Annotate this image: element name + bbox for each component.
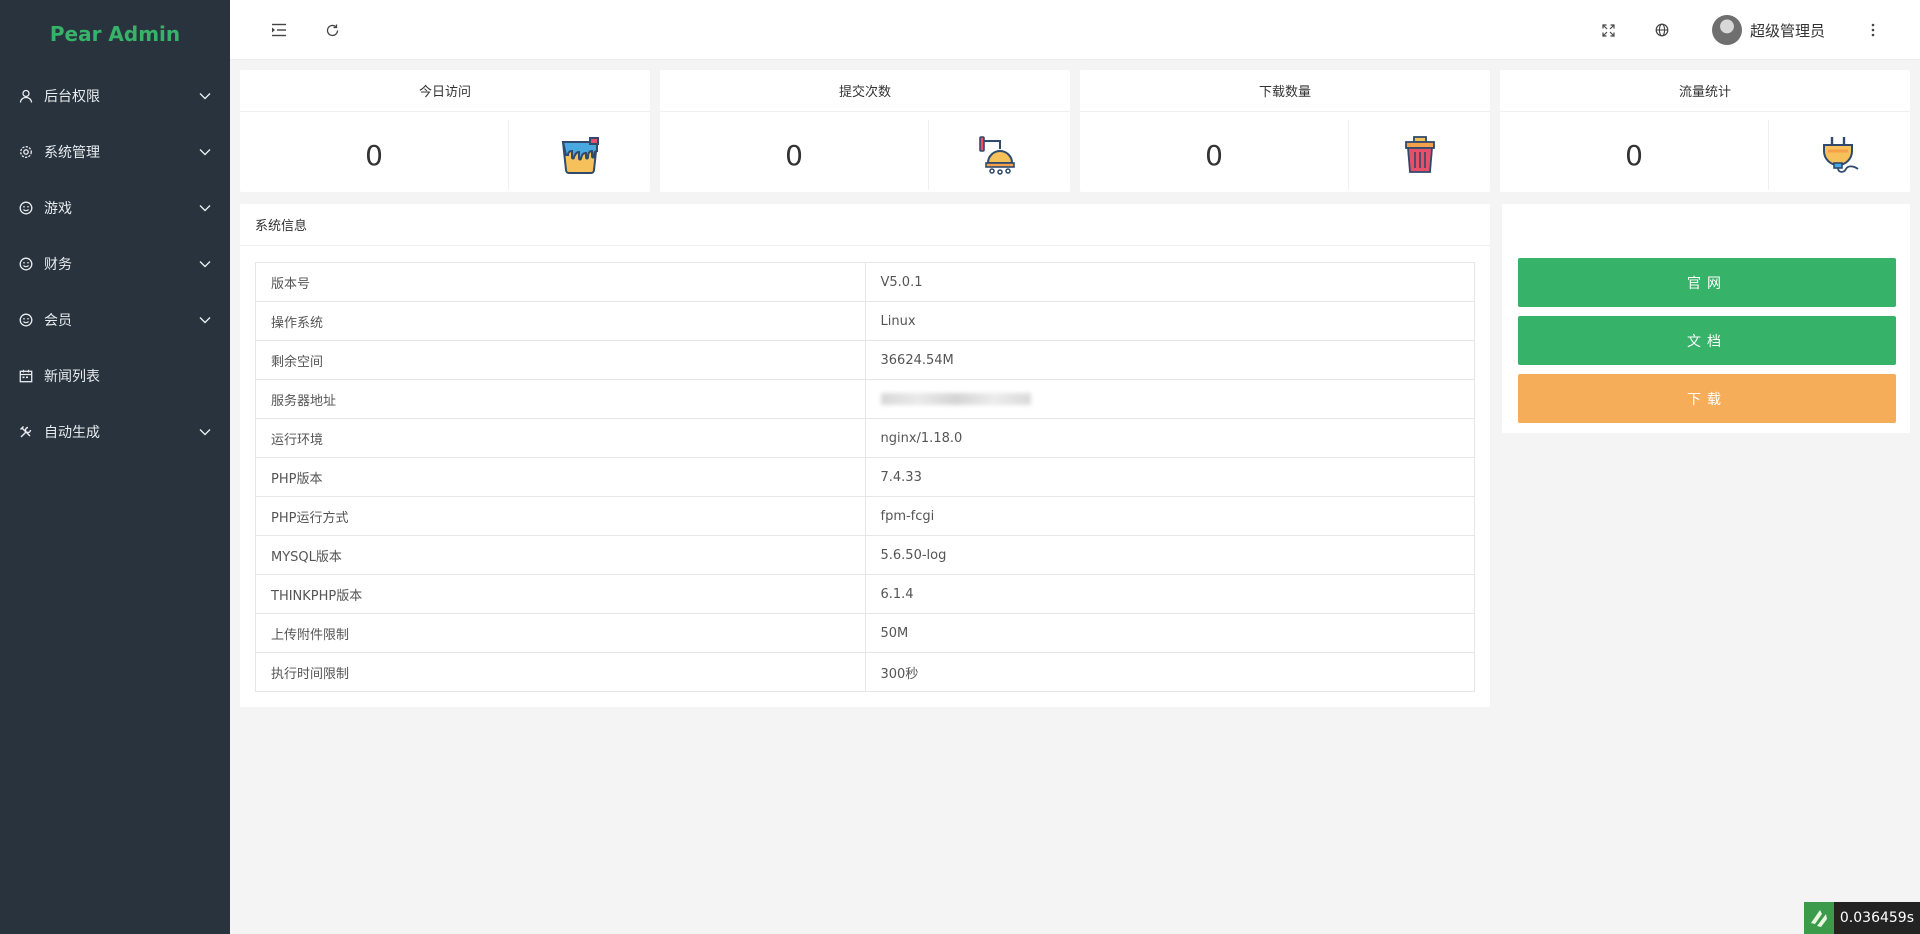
- table-row: 操作系统 Linux: [255, 301, 1475, 341]
- execution-time: 0.036459s: [1833, 902, 1920, 934]
- info-value: 36624.54M: [864, 340, 1475, 380]
- tools-icon: [18, 424, 34, 440]
- sidebar-item-games[interactable]: 游戏: [0, 180, 230, 236]
- table-row: 版本号 V5.0.1: [255, 262, 1475, 302]
- sidebar-item-news-list[interactable]: 新闻列表: [0, 348, 230, 404]
- smile-icon: [18, 256, 34, 272]
- info-key: 剩余空间: [255, 340, 866, 380]
- info-value: 50M: [864, 613, 1475, 653]
- sidebar-item-system-management[interactable]: 系统管理: [0, 124, 230, 180]
- page-trace-badge[interactable]: 0.036459s: [1803, 902, 1920, 934]
- stat-value: 0: [660, 120, 929, 190]
- info-key: THINKPHP版本: [255, 574, 866, 614]
- chevron-down-icon: [198, 313, 212, 327]
- calendar-icon: [18, 368, 34, 384]
- paint-bucket-icon: [509, 120, 650, 190]
- table-row: PHP运行方式 fpm-fcgi: [255, 496, 1475, 536]
- avatar: [1712, 15, 1742, 45]
- stat-card-traffic: 流量统计 0: [1500, 70, 1910, 192]
- table-row: THINKPHP版本 6.1.4: [255, 574, 1475, 614]
- shower-icon: [929, 120, 1070, 190]
- info-key: MYSQL版本: [255, 535, 866, 575]
- sidebar-item-admin-permissions[interactable]: 后台权限: [0, 68, 230, 124]
- sidebar-item-label: 新闻列表: [44, 369, 100, 385]
- user-icon: [18, 88, 34, 104]
- sidebar-item-label: 会员: [44, 313, 72, 329]
- stat-card-today-visits: 今日访问 0: [240, 70, 650, 192]
- table-row: 服务器地址: [255, 379, 1475, 419]
- sidebar-item-auto-generate[interactable]: 自动生成: [0, 404, 230, 460]
- sidebar-item-members[interactable]: 会员: [0, 292, 230, 348]
- smile-icon: [18, 200, 34, 216]
- table-row: 执行时间限制 300秒: [255, 652, 1475, 692]
- info-value: [864, 379, 1475, 419]
- sidebar-item-finance[interactable]: 财务: [0, 236, 230, 292]
- info-value: 6.1.4: [864, 574, 1475, 614]
- chevron-down-icon: [198, 425, 212, 439]
- info-value: fpm-fcgi: [864, 496, 1475, 536]
- sidebar: Pear Admin 后台权限 系统管理 游戏 财务 会员 新闻列表 自动生成: [0, 0, 230, 934]
- info-value: nginx/1.18.0: [864, 418, 1475, 458]
- info-key: PHP版本: [255, 457, 866, 497]
- panel-title: 系统信息: [240, 204, 1490, 246]
- download-button[interactable]: 下载: [1518, 374, 1896, 423]
- info-value: 5.6.50-log: [864, 535, 1475, 575]
- info-key: 服务器地址: [255, 379, 866, 419]
- stat-card-submissions: 提交次数 0: [660, 70, 1070, 192]
- official-site-button[interactable]: 官网: [1518, 258, 1896, 307]
- table-row: MYSQL版本 5.6.50-log: [255, 535, 1475, 575]
- sidebar-item-label: 后台权限: [44, 89, 100, 105]
- info-key: 版本号: [255, 262, 866, 302]
- sidebar-item-label: 游戏: [44, 201, 72, 217]
- globe-icon[interactable]: [1650, 18, 1674, 42]
- stat-title: 提交次数: [660, 70, 1070, 112]
- table-row: 运行环境 nginx/1.18.0: [255, 418, 1475, 458]
- docs-button[interactable]: 文档: [1518, 316, 1896, 365]
- chevron-down-icon: [198, 145, 212, 159]
- menu-collapse-icon[interactable]: [267, 18, 291, 42]
- stat-title: 流量统计: [1500, 70, 1910, 112]
- refresh-icon[interactable]: [320, 18, 344, 42]
- top-header: 超级管理员: [230, 0, 1920, 60]
- info-key: 操作系统: [255, 301, 866, 341]
- info-key: PHP运行方式: [255, 496, 866, 536]
- chevron-down-icon: [198, 89, 212, 103]
- more-vertical-icon[interactable]: [1861, 18, 1885, 42]
- user-menu[interactable]: 超级管理员: [1712, 15, 1825, 45]
- stat-card-downloads: 下载数量 0: [1080, 70, 1490, 192]
- table-row: 上传附件限制 50M: [255, 613, 1475, 653]
- links-panel: 官网 文档 下载: [1502, 204, 1910, 433]
- smile-icon: [18, 312, 34, 328]
- info-key: 运行环境: [255, 418, 866, 458]
- trash-bin-icon: [1349, 120, 1490, 190]
- app-logo[interactable]: Pear Admin: [0, 0, 230, 68]
- sidebar-item-label: 自动生成: [44, 425, 100, 441]
- system-info-panel: 系统信息 版本号 V5.0.1 操作系统 Linux 剩余空间 36624.54M 服务器地…: [240, 204, 1490, 707]
- sidebar-item-label: 财务: [44, 257, 72, 273]
- info-value: Linux: [864, 301, 1475, 341]
- chevron-down-icon: [198, 257, 212, 271]
- thinkphp-logo-icon: [1803, 902, 1834, 934]
- user-name: 超级管理员: [1750, 21, 1826, 40]
- stat-value: 0: [1080, 120, 1349, 190]
- system-info-table: 版本号 V5.0.1 操作系统 Linux 剩余空间 36624.54M 服务器地址 运行环境…: [255, 262, 1475, 692]
- stat-title: 下载数量: [1080, 70, 1490, 112]
- info-key: 上传附件限制: [255, 613, 866, 653]
- info-key: 执行时间限制: [255, 652, 866, 692]
- sidebar-item-label: 系统管理: [44, 145, 100, 161]
- chevron-down-icon: [198, 201, 212, 215]
- info-value: 300秒: [864, 652, 1475, 692]
- table-row: 剩余空间 36624.54M: [255, 340, 1475, 380]
- redacted-value: [880, 393, 1031, 405]
- plug-icon: [1769, 120, 1910, 190]
- gear-icon: [18, 144, 34, 160]
- stat-value: 0: [240, 120, 509, 190]
- info-value: 7.4.33: [864, 457, 1475, 497]
- table-row: PHP版本 7.4.33: [255, 457, 1475, 497]
- info-value: V5.0.1: [864, 262, 1475, 302]
- stat-value: 0: [1500, 120, 1769, 190]
- stat-title: 今日访问: [240, 70, 650, 112]
- fullscreen-icon[interactable]: [1596, 18, 1620, 42]
